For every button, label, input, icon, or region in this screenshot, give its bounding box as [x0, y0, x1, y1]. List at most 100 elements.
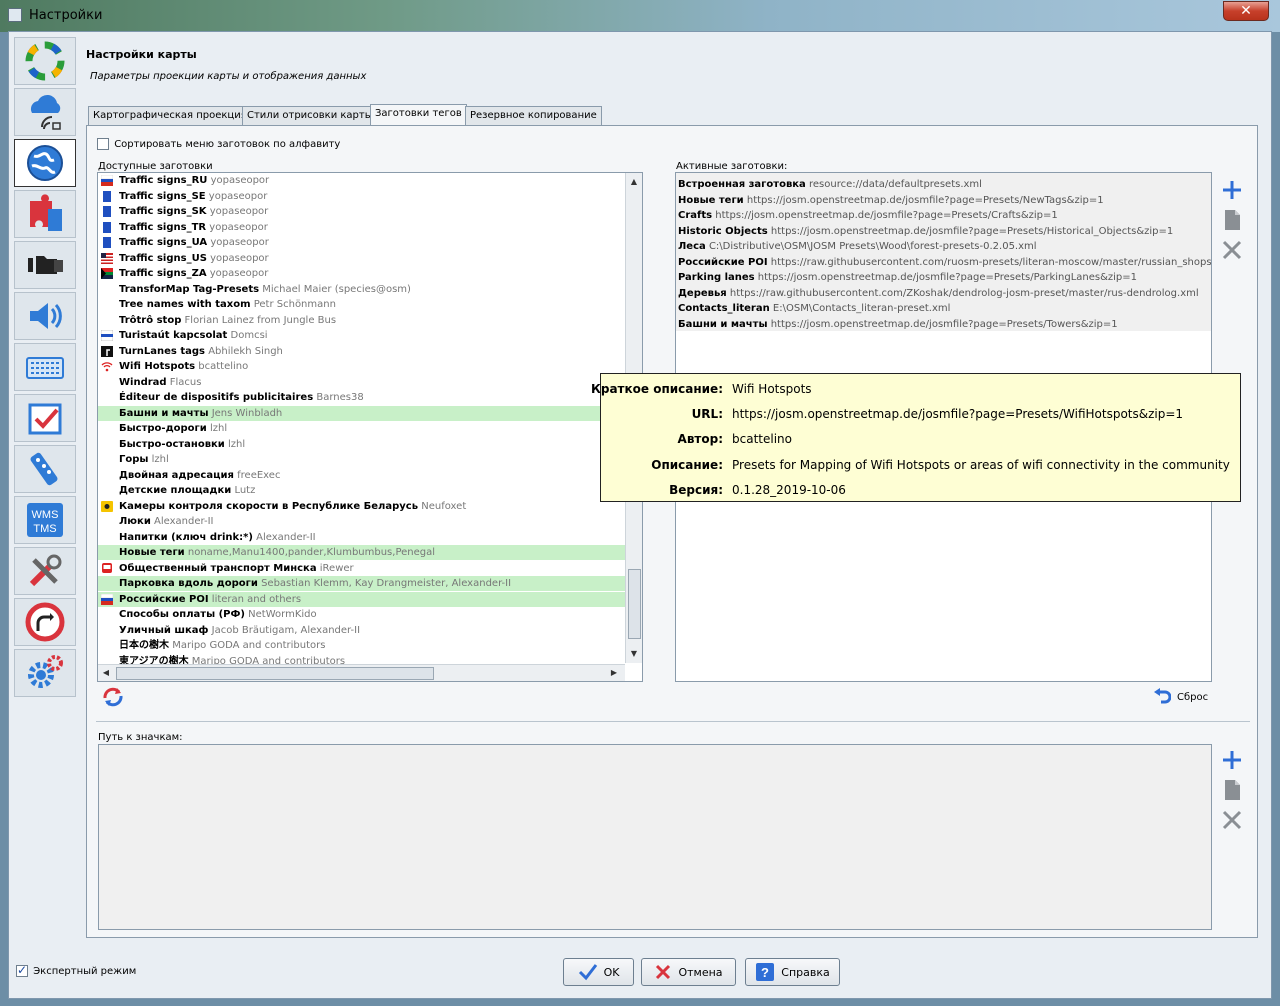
active-preset-item[interactable]: Parking lanes https://josm.openstreetmap… [678, 270, 1137, 286]
preset-name: Traffic signs_TR [119, 221, 207, 233]
active-preset-item[interactable]: Леса C:\Distributive\OSM\JOSM Presets\Wo… [678, 239, 1037, 255]
active-preset-item[interactable]: Российские POI https://raw.githubusercon… [678, 255, 1211, 271]
available-preset-item[interactable]: Traffic signs_RU yopaseopor [98, 173, 625, 188]
active-preset-item[interactable]: Башни и мачты https://josm.openstreetmap… [678, 317, 1118, 333]
sort-checkbox-label: Сортировать меню заготовок по алфавиту [114, 139, 341, 150]
ok-button[interactable]: OK [563, 958, 634, 986]
sidebar-plugins[interactable] [14, 190, 76, 238]
preset-author: Abhilekh Singh [208, 345, 283, 357]
active-preset-item[interactable]: Crafts https://josm.openstreetmap.de/jos… [678, 208, 1058, 224]
tooltip-key-short-desc: Краткое описание: [591, 382, 723, 396]
preset-name: Traffic signs_UA [119, 237, 208, 248]
sort-checkbox[interactable] [97, 138, 109, 150]
active-preset-item[interactable]: Деревья https://raw.githubusercontent.co… [678, 286, 1199, 302]
available-preset-item[interactable]: Парковка вдоль дороги Sebastian Klemm, K… [98, 576, 625, 591]
preset-author: Jacob Bräutigam, Alexander-II [211, 624, 361, 636]
available-preset-item[interactable]: Traffic signs_SE yopaseopor [98, 189, 625, 204]
available-preset-item[interactable]: Люки Alexander-II [98, 514, 625, 529]
available-preset-item[interactable]: Traffic signs_US yopaseopor [98, 251, 625, 266]
available-preset-item[interactable]: Камеры контроля скорости в Республике Бе… [98, 499, 625, 514]
help-button[interactable]: ? Справка [745, 958, 840, 986]
available-preset-item[interactable]: Двойная адресация freeExec [98, 468, 625, 483]
active-preset-source: https://josm.openstreetmap.de/josmfile?p… [757, 272, 1138, 283]
available-preset-item[interactable]: Traffic signs_SK yopaseopor [98, 204, 625, 219]
sidebar-no-entry[interactable] [14, 598, 76, 646]
help-label: Справка [781, 965, 830, 979]
delete-icon[interactable] [1220, 238, 1244, 262]
sidebar-map-settings[interactable] [14, 139, 76, 187]
available-horizontal-scrollbar[interactable]: ◀ ▶ [98, 664, 625, 681]
expert-mode-checkbox[interactable] [16, 963, 28, 977]
hscroll-thumb[interactable] [116, 667, 434, 680]
available-preset-item[interactable]: Детские площадки Lutz [98, 483, 625, 498]
tooltip-value-author: bcattelino [732, 432, 792, 446]
available-preset-item[interactable]: Traffic signs_UA yopaseopor [98, 235, 625, 250]
active-preset-item[interactable]: Contacts_literan E:\OSM\Contacts_literan… [678, 301, 950, 317]
add-icon[interactable] [1220, 178, 1244, 202]
available-preset-item[interactable]: Быстро-остановки lzhl [98, 437, 625, 452]
available-preset-item[interactable]: Общественный транспорт Минска iRewer [98, 561, 625, 576]
available-preset-item[interactable]: TransforMap Tag-Presets Michael Maier (s… [98, 282, 625, 297]
refresh-icon[interactable] [101, 686, 125, 708]
expert-mode-option[interactable]: Экспертный режим [16, 963, 136, 977]
available-presets-list[interactable]: Traffic signs_RU yopaseopor Traffic signs… [97, 172, 643, 682]
available-preset-item[interactable]: 日本の樹木 Maripo GODA and contributors [98, 638, 625, 653]
available-preset-item[interactable]: Уличный шкаф Jacob Bräutigam, Alexander-… [98, 623, 625, 638]
preset-author: literan and others [211, 593, 302, 605]
sidebar-advanced-preferences[interactable] [14, 649, 76, 697]
scroll-down-arrow[interactable]: ▼ [626, 649, 642, 658]
active-preset-item[interactable]: Historic Objects https://josm.openstreet… [678, 224, 1173, 240]
tooltip-key-description: Описание: [651, 458, 723, 472]
add-path-icon[interactable] [1220, 748, 1244, 772]
scroll-thumb[interactable] [628, 569, 641, 639]
available-preset-item[interactable]: Быстро-дороги lzhl [98, 421, 625, 436]
active-preset-name: Башни и мачты [678, 318, 768, 330]
preset-name: Traffic signs_SE [119, 190, 206, 202]
sidebar-wms-tms[interactable]: WMS TMS [14, 496, 76, 544]
available-preset-item[interactable]: Напитки (ключ drink:*) Alexander-II [98, 530, 625, 545]
sidebar-advanced-tools[interactable] [14, 547, 76, 595]
tab-tag-presets[interactable]: Заготовки тегов [370, 104, 467, 127]
icon-path-list[interactable] [98, 744, 1212, 930]
preset-author: freeExec [237, 469, 281, 481]
available-preset-item[interactable]: Turistaút kapcsolat Domcsi [98, 328, 625, 343]
available-preset-item[interactable]: Traffic signs_TR yopaseopor [98, 220, 625, 235]
available-preset-item[interactable]: TurnLanes tags Abhilekh Singh [98, 344, 625, 359]
no-entry-icon [25, 602, 65, 642]
sidebar-remote-control[interactable] [14, 445, 76, 493]
reset-button[interactable]: Сброс [1153, 688, 1208, 706]
tab-projection[interactable]: Картографическая проекция [88, 106, 252, 126]
available-preset-item[interactable]: Способы оплаты (РФ) NetWormKido [98, 607, 625, 622]
available-preset-item[interactable]: Новые теги noname,Manu1400,pander,Klumbu… [98, 545, 625, 560]
sidebar-server[interactable] [14, 88, 76, 136]
available-preset-item[interactable]: Российские POI literan and others [98, 591, 625, 607]
active-preset-item[interactable]: Новые теги https://josm.openstreetmap.de… [678, 193, 1104, 209]
close-button[interactable]: ✕ [1223, 1, 1269, 21]
available-preset-item[interactable]: Башни и мачты Jens Winbladh [98, 405, 625, 421]
available-preset-item[interactable]: Trôtrô stop Florian Lainez from Jungle B… [98, 313, 625, 328]
available-preset-item[interactable]: Горы lzhl [98, 452, 625, 467]
scroll-left-arrow[interactable]: ◀ [100, 668, 112, 677]
cancel-button[interactable]: Отмена [641, 958, 736, 986]
sidebar-validator[interactable] [14, 394, 76, 442]
available-preset-item[interactable]: Windrad Flacus [98, 375, 625, 390]
active-preset-item[interactable]: Встроенная заготовка resource://data/def… [678, 177, 982, 193]
sidebar-shortcuts[interactable] [14, 343, 76, 391]
preset-name: Windrad [119, 376, 167, 388]
preset-author: Domcsi [230, 330, 268, 341]
edit-file-icon[interactable] [1220, 208, 1244, 232]
available-preset-item[interactable]: Tree names with taxom Petr Schönmann [98, 297, 625, 312]
sidebar-display-settings[interactable] [14, 37, 76, 85]
sort-alphabetically-option[interactable]: Сортировать меню заготовок по алфавиту [97, 138, 340, 150]
scroll-right-arrow[interactable]: ▶ [608, 668, 620, 677]
sidebar-audio[interactable] [14, 292, 76, 340]
scroll-up-arrow[interactable]: ▲ [626, 177, 642, 186]
tab-map-styles[interactable]: Стили отрисовки карты [242, 106, 378, 126]
delete-path-icon[interactable] [1220, 808, 1244, 832]
sidebar-file-connections[interactable] [14, 241, 76, 289]
edit-path-icon[interactable] [1220, 778, 1244, 802]
available-preset-item[interactable]: Traffic signs_ZA yopaseopor [98, 266, 625, 281]
available-preset-item[interactable]: Éditeur de dispositifs publicitaires Bar… [98, 390, 625, 405]
available-preset-item[interactable]: Wifi Hotspots bcattelino [98, 359, 625, 374]
tab-backup[interactable]: Резервное копирование [465, 106, 602, 126]
